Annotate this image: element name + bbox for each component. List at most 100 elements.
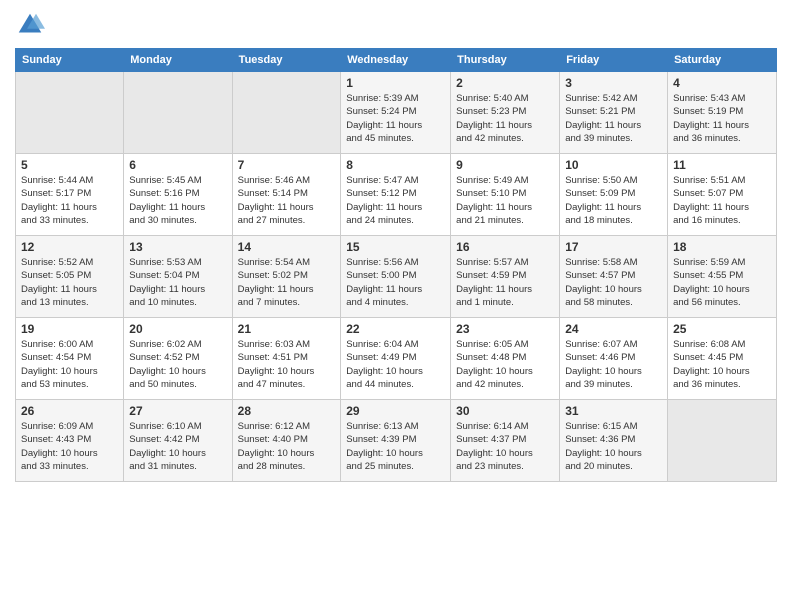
day-number: 11 bbox=[673, 158, 771, 172]
day-number: 20 bbox=[129, 322, 226, 336]
calendar-cell: 9 Sunrise: 5:49 AM Sunset: 5:10 PM Daylig… bbox=[451, 154, 560, 236]
logo-icon bbox=[15, 10, 45, 40]
calendar-cell bbox=[124, 72, 232, 154]
calendar-day-header: Monday bbox=[124, 49, 232, 72]
day-number: 25 bbox=[673, 322, 771, 336]
day-detail: Sunrise: 5:51 AM Sunset: 5:07 PM Dayligh… bbox=[673, 174, 771, 227]
calendar-cell: 8 Sunrise: 5:47 AM Sunset: 5:12 PM Daylig… bbox=[341, 154, 451, 236]
day-number: 3 bbox=[565, 76, 662, 90]
day-detail: Sunrise: 6:10 AM Sunset: 4:42 PM Dayligh… bbox=[129, 420, 226, 473]
day-number: 6 bbox=[129, 158, 226, 172]
day-number: 16 bbox=[456, 240, 554, 254]
calendar-cell: 16 Sunrise: 5:57 AM Sunset: 4:59 PM Dayli… bbox=[451, 236, 560, 318]
calendar-cell: 12 Sunrise: 5:52 AM Sunset: 5:05 PM Dayli… bbox=[16, 236, 124, 318]
calendar-header-row: SundayMondayTuesdayWednesdayThursdayFrid… bbox=[16, 49, 777, 72]
day-detail: Sunrise: 6:04 AM Sunset: 4:49 PM Dayligh… bbox=[346, 338, 445, 391]
day-number: 17 bbox=[565, 240, 662, 254]
day-number: 5 bbox=[21, 158, 118, 172]
day-detail: Sunrise: 5:46 AM Sunset: 5:14 PM Dayligh… bbox=[238, 174, 336, 227]
day-detail: Sunrise: 5:53 AM Sunset: 5:04 PM Dayligh… bbox=[129, 256, 226, 309]
calendar-cell: 4Sunrise: 5:43 AM Sunset: 5:19 PM Daylig… bbox=[668, 72, 777, 154]
day-number: 8 bbox=[346, 158, 445, 172]
calendar-week-row: 1Sunrise: 5:39 AM Sunset: 5:24 PM Daylig… bbox=[16, 72, 777, 154]
day-number: 18 bbox=[673, 240, 771, 254]
day-detail: Sunrise: 5:52 AM Sunset: 5:05 PM Dayligh… bbox=[21, 256, 118, 309]
calendar-cell: 10 Sunrise: 5:50 AM Sunset: 5:09 PM Dayli… bbox=[560, 154, 668, 236]
header bbox=[15, 10, 777, 40]
calendar-week-row: 19 Sunrise: 6:00 AM Sunset: 4:54 PM Dayli… bbox=[16, 318, 777, 400]
day-detail: Sunrise: 5:56 AM Sunset: 5:00 PM Dayligh… bbox=[346, 256, 445, 309]
calendar-cell: 15 Sunrise: 5:56 AM Sunset: 5:00 PM Dayli… bbox=[341, 236, 451, 318]
calendar-cell: 27 Sunrise: 6:10 AM Sunset: 4:42 PM Dayli… bbox=[124, 400, 232, 482]
day-number: 22 bbox=[346, 322, 445, 336]
calendar-cell: 3 Sunrise: 5:42 AM Sunset: 5:21 PM Daylig… bbox=[560, 72, 668, 154]
day-number: 15 bbox=[346, 240, 445, 254]
logo bbox=[15, 10, 47, 40]
calendar-cell: 7 Sunrise: 5:46 AM Sunset: 5:14 PM Daylig… bbox=[232, 154, 341, 236]
day-detail: Sunrise: 6:15 AM Sunset: 4:36 PM Dayligh… bbox=[565, 420, 662, 473]
day-number: 30 bbox=[456, 404, 554, 418]
day-detail: Sunrise: 5:49 AM Sunset: 5:10 PM Dayligh… bbox=[456, 174, 554, 227]
day-detail: Sunrise: 6:07 AM Sunset: 4:46 PM Dayligh… bbox=[565, 338, 662, 391]
calendar-cell: 14 Sunrise: 5:54 AM Sunset: 5:02 PM Dayli… bbox=[232, 236, 341, 318]
calendar-cell: 19 Sunrise: 6:00 AM Sunset: 4:54 PM Dayli… bbox=[16, 318, 124, 400]
day-detail: Sunrise: 6:14 AM Sunset: 4:37 PM Dayligh… bbox=[456, 420, 554, 473]
calendar-week-row: 26 Sunrise: 6:09 AM Sunset: 4:43 PM Dayli… bbox=[16, 400, 777, 482]
calendar-day-header: Tuesday bbox=[232, 49, 341, 72]
day-detail: Sunrise: 5:50 AM Sunset: 5:09 PM Dayligh… bbox=[565, 174, 662, 227]
day-number: 27 bbox=[129, 404, 226, 418]
day-detail: Sunrise: 5:42 AM Sunset: 5:21 PM Dayligh… bbox=[565, 92, 662, 145]
calendar-day-header: Sunday bbox=[16, 49, 124, 72]
calendar-cell: 25 Sunrise: 6:08 AM Sunset: 4:45 PM Dayli… bbox=[668, 318, 777, 400]
calendar-cell: 22 Sunrise: 6:04 AM Sunset: 4:49 PM Dayli… bbox=[341, 318, 451, 400]
calendar-cell: 26 Sunrise: 6:09 AM Sunset: 4:43 PM Dayli… bbox=[16, 400, 124, 482]
day-number: 29 bbox=[346, 404, 445, 418]
calendar-cell: 28 Sunrise: 6:12 AM Sunset: 4:40 PM Dayli… bbox=[232, 400, 341, 482]
day-detail: Sunrise: 5:58 AM Sunset: 4:57 PM Dayligh… bbox=[565, 256, 662, 309]
day-detail: Sunrise: 5:43 AM Sunset: 5:19 PM Dayligh… bbox=[673, 92, 771, 145]
day-number: 9 bbox=[456, 158, 554, 172]
day-detail: Sunrise: 5:44 AM Sunset: 5:17 PM Dayligh… bbox=[21, 174, 118, 227]
day-detail: Sunrise: 6:09 AM Sunset: 4:43 PM Dayligh… bbox=[21, 420, 118, 473]
calendar-cell: 17 Sunrise: 5:58 AM Sunset: 4:57 PM Dayli… bbox=[560, 236, 668, 318]
day-number: 2 bbox=[456, 76, 554, 90]
day-number: 10 bbox=[565, 158, 662, 172]
day-number: 14 bbox=[238, 240, 336, 254]
page-container: SundayMondayTuesdayWednesdayThursdayFrid… bbox=[0, 0, 792, 487]
day-number: 24 bbox=[565, 322, 662, 336]
calendar-day-header: Saturday bbox=[668, 49, 777, 72]
day-number: 26 bbox=[21, 404, 118, 418]
day-detail: Sunrise: 5:45 AM Sunset: 5:16 PM Dayligh… bbox=[129, 174, 226, 227]
calendar-cell: 24 Sunrise: 6:07 AM Sunset: 4:46 PM Dayli… bbox=[560, 318, 668, 400]
day-detail: Sunrise: 6:08 AM Sunset: 4:45 PM Dayligh… bbox=[673, 338, 771, 391]
calendar-table: SundayMondayTuesdayWednesdayThursdayFrid… bbox=[15, 48, 777, 482]
day-detail: Sunrise: 6:12 AM Sunset: 4:40 PM Dayligh… bbox=[238, 420, 336, 473]
calendar-cell: 13 Sunrise: 5:53 AM Sunset: 5:04 PM Dayli… bbox=[124, 236, 232, 318]
day-number: 28 bbox=[238, 404, 336, 418]
day-number: 1 bbox=[346, 76, 445, 90]
day-detail: Sunrise: 5:57 AM Sunset: 4:59 PM Dayligh… bbox=[456, 256, 554, 309]
day-number: 31 bbox=[565, 404, 662, 418]
calendar-cell: 29 Sunrise: 6:13 AM Sunset: 4:39 PM Dayli… bbox=[341, 400, 451, 482]
day-detail: Sunrise: 6:00 AM Sunset: 4:54 PM Dayligh… bbox=[21, 338, 118, 391]
day-detail: Sunrise: 5:47 AM Sunset: 5:12 PM Dayligh… bbox=[346, 174, 445, 227]
day-number: 7 bbox=[238, 158, 336, 172]
calendar-cell: 23Sunrise: 6:05 AM Sunset: 4:48 PM Dayli… bbox=[451, 318, 560, 400]
calendar-week-row: 5 Sunrise: 5:44 AM Sunset: 5:17 PM Daylig… bbox=[16, 154, 777, 236]
day-detail: Sunrise: 5:40 AM Sunset: 5:23 PM Dayligh… bbox=[456, 92, 554, 145]
calendar-cell: 21 Sunrise: 6:03 AM Sunset: 4:51 PM Dayli… bbox=[232, 318, 341, 400]
day-detail: Sunrise: 6:03 AM Sunset: 4:51 PM Dayligh… bbox=[238, 338, 336, 391]
day-detail: Sunrise: 5:59 AM Sunset: 4:55 PM Dayligh… bbox=[673, 256, 771, 309]
day-detail: Sunrise: 6:13 AM Sunset: 4:39 PM Dayligh… bbox=[346, 420, 445, 473]
day-number: 13 bbox=[129, 240, 226, 254]
day-number: 21 bbox=[238, 322, 336, 336]
calendar-cell bbox=[16, 72, 124, 154]
calendar-cell: 2 Sunrise: 5:40 AM Sunset: 5:23 PM Daylig… bbox=[451, 72, 560, 154]
day-number: 12 bbox=[21, 240, 118, 254]
day-number: 19 bbox=[21, 322, 118, 336]
calendar-cell bbox=[232, 72, 341, 154]
calendar-cell: 20Sunrise: 6:02 AM Sunset: 4:52 PM Dayli… bbox=[124, 318, 232, 400]
day-detail: Sunrise: 5:54 AM Sunset: 5:02 PM Dayligh… bbox=[238, 256, 336, 309]
calendar-cell: 18 Sunrise: 5:59 AM Sunset: 4:55 PM Dayli… bbox=[668, 236, 777, 318]
calendar-cell bbox=[668, 400, 777, 482]
